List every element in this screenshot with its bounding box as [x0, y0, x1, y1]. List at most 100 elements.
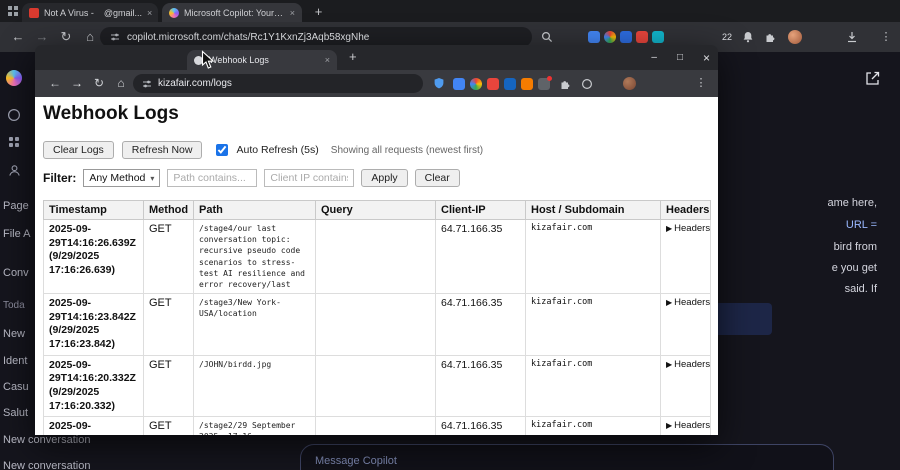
popup-titlebar[interactable]: Webhook Logs × + – □ ×: [35, 45, 718, 70]
client-ip-cell: 64.71.166.35: [435, 354, 526, 418]
sidebar-item-conversations[interactable]: Conv: [3, 267, 29, 279]
maximize-icon[interactable]: □: [677, 52, 683, 63]
col-method[interactable]: Method: [143, 200, 194, 220]
host-cell: kizafair.com: [525, 354, 661, 418]
headers-expand-icon[interactable]: ▶: [666, 224, 672, 233]
apply-button[interactable]: Apply: [361, 169, 408, 187]
sidebar-item-conversation[interactable]: Casu: [3, 381, 29, 393]
tab-close-icon[interactable]: ×: [147, 8, 152, 18]
sidebar-item-new-conversation[interactable]: New conversation: [3, 434, 90, 446]
col-headers[interactable]: Headers: [660, 200, 711, 220]
col-timestamp[interactable]: Timestamp: [43, 200, 144, 220]
chat-bubble-icon[interactable]: [7, 108, 21, 122]
home-icon[interactable]: ⌂: [111, 70, 131, 97]
extensions-puzzle-icon[interactable]: [559, 78, 571, 90]
search-icon[interactable]: [541, 31, 553, 43]
log-row: 2025-09-29T14:16:20.332Z (9/29/2025 17:16…: [43, 354, 711, 418]
composer-placeholder: Message Copilot: [315, 455, 397, 467]
query-cell: [315, 293, 436, 356]
extension-icon[interactable]: [604, 31, 616, 43]
popup-url-bar[interactable]: kizafair.com/logs: [133, 74, 423, 93]
extension-icon[interactable]: [487, 78, 499, 90]
popup-tab-close-icon[interactable]: ×: [325, 55, 330, 65]
headers-cell[interactable]: ▶ Headers: [660, 354, 711, 418]
extension-icon[interactable]: [470, 78, 482, 90]
message-composer[interactable]: Message Copilot: [300, 444, 834, 470]
headers-label[interactable]: Headers: [674, 297, 709, 308]
close-icon[interactable]: ×: [703, 51, 710, 65]
profile-avatar[interactable]: [788, 30, 802, 44]
main-url-text: copilot.microsoft.com/chats/Rc1Y1KxnZj3A…: [127, 31, 370, 43]
headers-cell[interactable]: ▶ Headers: [660, 218, 711, 295]
popup-new-tab-button[interactable]: +: [349, 49, 357, 64]
tab-close-icon[interactable]: ×: [290, 8, 295, 18]
sidebar-item-conversation[interactable]: Salut: [3, 407, 28, 419]
col-path[interactable]: Path: [193, 200, 316, 220]
headers-cell[interactable]: ▶ Headers: [660, 416, 711, 435]
headers-expand-icon[interactable]: ▶: [666, 360, 672, 369]
sidebar-item-files[interactable]: File A: [3, 228, 31, 240]
sidebar-item-conversation[interactable]: Ident: [3, 355, 27, 367]
auto-refresh-checkbox[interactable]: [216, 144, 229, 156]
back-icon[interactable]: ←: [8, 22, 28, 52]
share-icon[interactable]: [864, 70, 881, 87]
browser-menu-icon[interactable]: ⋮: [691, 70, 711, 97]
client-ip-cell: 64.71.166.35: [435, 293, 526, 356]
timestamp-iso: 2025-09-29T14:16:20.332Z: [49, 358, 136, 385]
chat-text-fragment: ame here,: [827, 197, 877, 209]
headers-expand-icon[interactable]: ▶: [666, 421, 672, 430]
headers-cell[interactable]: ▶ Headers: [660, 293, 711, 356]
profile-avatar[interactable]: [623, 77, 636, 90]
ip-filter-input[interactable]: [264, 169, 355, 187]
method-select[interactable]: Any Method ▾: [83, 169, 161, 187]
filter-label: Filter:: [43, 171, 77, 185]
popup-navbar: ← → ↻ ⌂ kizafair.com/logs ⋮: [35, 70, 718, 97]
refresh-now-button[interactable]: Refresh Now: [121, 141, 203, 159]
log-row: 2025-09-29T14:16:26.639Z (9/29/2025 17:16…: [43, 218, 711, 295]
browser-menu-icon[interactable]: ⋮: [876, 22, 896, 52]
extension-icon[interactable]: [521, 78, 533, 90]
client-ip-cell: 64.71.166.35: [435, 416, 526, 435]
sync-icon[interactable]: [581, 78, 593, 90]
apps-grid-icon[interactable]: [7, 135, 21, 149]
timestamp-local: (9/29/2025 17:16:23.842): [49, 324, 115, 351]
chat-text-fragment: e you get: [831, 262, 877, 274]
shield-icon[interactable]: [433, 77, 445, 90]
headers-label[interactable]: Headers: [674, 420, 709, 431]
extension-icon[interactable]: [620, 31, 632, 43]
sidebar-item-new-conversation[interactable]: New conversation: [3, 460, 90, 470]
extensions-puzzle-icon[interactable]: [764, 31, 776, 43]
new-tab-button[interactable]: +: [310, 3, 327, 20]
main-url-bar[interactable]: copilot.microsoft.com/chats/Rc1Y1KxnZj3A…: [100, 27, 532, 47]
extension-icon[interactable]: [588, 31, 600, 43]
user-icon[interactable]: [8, 164, 21, 177]
sidebar-item-conversation[interactable]: New: [3, 328, 25, 340]
copilot-logo-icon[interactable]: [6, 70, 22, 86]
col-host[interactable]: Host / Subdomain: [525, 200, 661, 220]
clear-logs-button[interactable]: Clear Logs: [43, 141, 114, 159]
reload-icon[interactable]: ↻: [89, 70, 109, 97]
sidebar-item-pages[interactable]: Page: [3, 200, 29, 212]
notification-count-badge: 22: [722, 32, 733, 42]
minimize-icon[interactable]: –: [651, 52, 657, 63]
window-menu-icon[interactable]: [7, 5, 19, 17]
forward-icon[interactable]: →: [67, 70, 87, 97]
headers-expand-icon[interactable]: ▶: [666, 298, 672, 307]
bell-icon[interactable]: [742, 31, 754, 43]
extension-icon[interactable]: [652, 31, 664, 43]
path-filter-input[interactable]: [167, 169, 258, 187]
tab-gmail[interactable]: Not A Virus - @gmail... ×: [22, 3, 158, 22]
tab-copilot[interactable]: Microsoft Copilot: Your AI com... ×: [162, 3, 302, 22]
site-settings-icon[interactable]: [110, 32, 120, 42]
download-icon[interactable]: [846, 31, 858, 43]
headers-label[interactable]: Headers: [674, 223, 709, 234]
extension-icon[interactable]: [636, 31, 648, 43]
back-icon[interactable]: ←: [45, 70, 65, 97]
site-settings-icon[interactable]: [142, 79, 152, 89]
clear-button[interactable]: Clear: [414, 169, 460, 187]
col-query[interactable]: Query: [315, 200, 436, 220]
extension-icon[interactable]: [453, 78, 465, 90]
extension-icon[interactable]: [504, 78, 516, 90]
headers-label[interactable]: Headers: [674, 359, 709, 370]
col-client-ip[interactable]: Client-IP: [435, 200, 526, 220]
